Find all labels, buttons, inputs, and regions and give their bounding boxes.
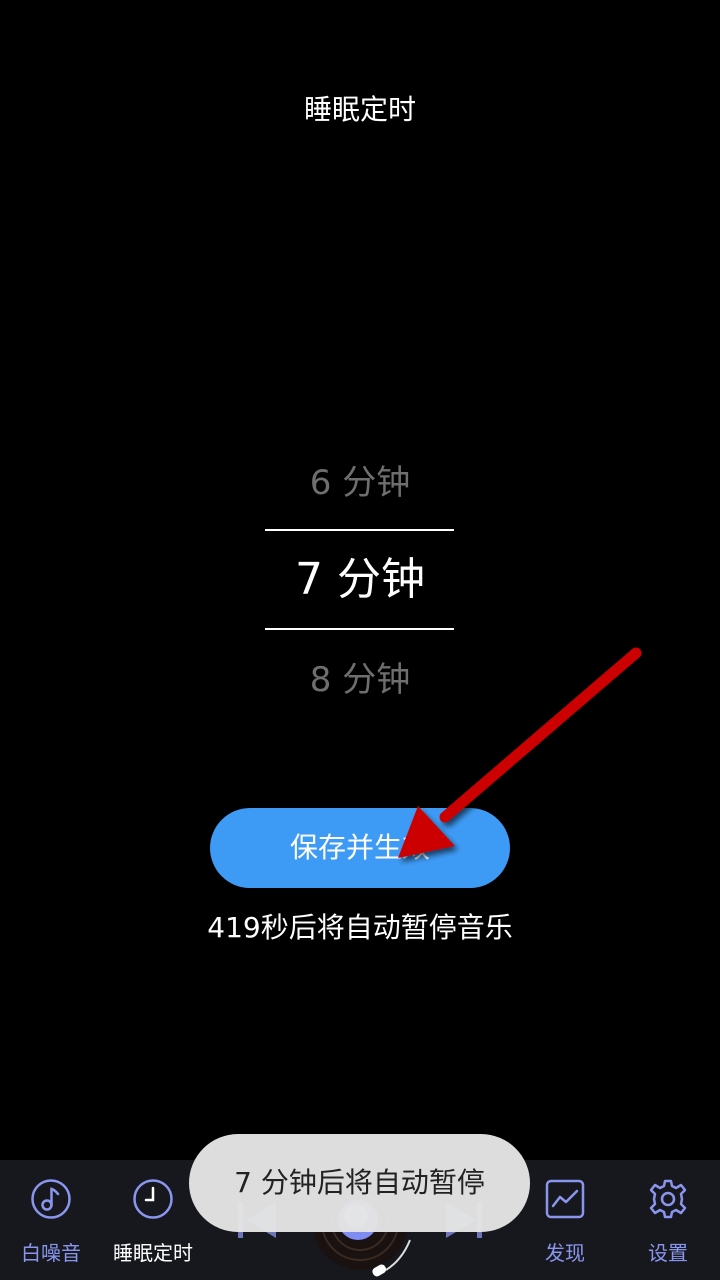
clock-icon — [133, 1179, 173, 1219]
save-and-apply-button[interactable]: 保存并生效 — [210, 808, 510, 888]
toast-message: 7 分钟后将自动暂停 — [189, 1134, 530, 1232]
nav-label-sleep-timer: 睡眠定时 — [113, 1241, 193, 1265]
nav-label-white-noise: 白噪音 — [21, 1241, 81, 1265]
countdown-status-text: 419秒后将自动暂停音乐 — [207, 911, 513, 944]
picker-divider-bottom — [265, 628, 454, 630]
gear-icon — [649, 1179, 687, 1219]
minute-picker[interactable]: 6 分钟 7 分钟 8 分钟 — [210, 440, 510, 730]
music-note-icon — [31, 1179, 71, 1219]
picker-option-next[interactable]: 8 分钟 — [210, 655, 510, 705]
nav-item-settings[interactable]: 设置 — [613, 1160, 720, 1280]
page-title: 睡眠定时 — [303, 93, 416, 126]
picker-option-previous[interactable]: 6 分钟 — [210, 458, 510, 508]
picker-option-selected[interactable]: 7 分钟 — [210, 548, 510, 612]
nav-item-white-noise[interactable]: 白噪音 — [0, 1160, 106, 1280]
trend-chart-icon — [545, 1179, 585, 1219]
nav-label-discover: 发现 — [545, 1241, 585, 1265]
picker-divider-top — [265, 529, 454, 531]
nav-label-settings: 设置 — [648, 1241, 688, 1265]
